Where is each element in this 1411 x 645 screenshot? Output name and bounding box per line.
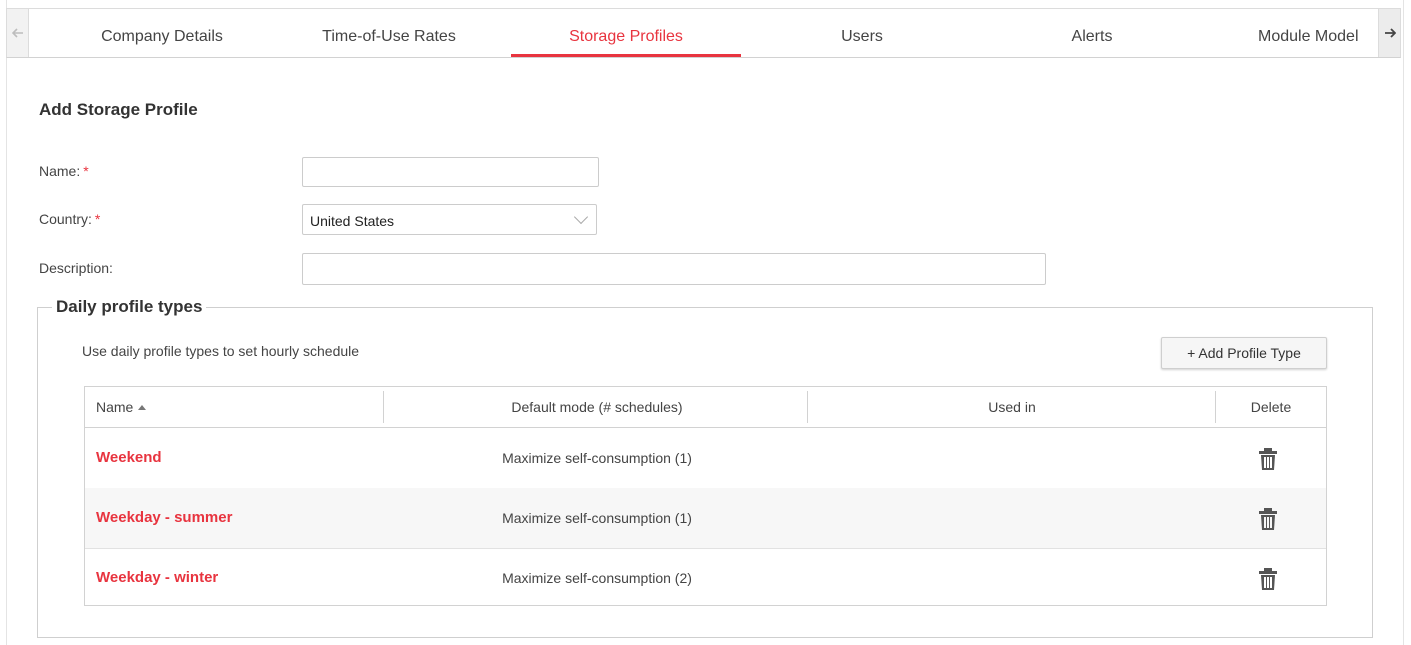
add-profile-type-button[interactable]: + Add Profile Type — [1161, 337, 1327, 369]
table-row[interactable]: Weekday - summer Maximize self-consumpti… — [85, 488, 1326, 549]
profile-name-link[interactable]: Weekday - summer — [96, 509, 232, 526]
description-label: Description: — [39, 260, 113, 276]
profile-default-mode: Maximize self-consumption (1) — [502, 450, 692, 466]
tab-storage-profiles[interactable]: Storage Profiles — [511, 9, 741, 57]
column-header-delete: Delete — [1250, 399, 1292, 415]
tab-company-details[interactable]: Company Details — [67, 9, 257, 57]
description-input[interactable] — [302, 253, 1046, 285]
arrow-right-icon[interactable] — [1378, 9, 1400, 57]
hint-text: Use daily profile types to set hourly sc… — [82, 343, 360, 359]
page-title: Add Storage Profile — [39, 100, 198, 119]
trash-icon[interactable] — [1257, 567, 1279, 591]
group-legend: Daily profile types — [56, 297, 203, 316]
column-divider — [807, 391, 808, 423]
country-label: Country: * — [39, 211, 101, 227]
column-header-default-mode[interactable]: Default mode (# schedules) — [385, 387, 809, 427]
table-header: Name Default mode (# schedules) Used in … — [85, 387, 1326, 428]
column-header-name[interactable]: Name — [96, 387, 376, 427]
required-marker: * — [94, 211, 101, 227]
profile-name-link[interactable]: Weekend — [96, 449, 162, 466]
trash-icon[interactable] — [1257, 507, 1279, 531]
arrow-left-icon[interactable] — [7, 9, 29, 57]
sort-ascending-icon — [138, 405, 147, 410]
required-marker: * — [83, 163, 89, 179]
name-input[interactable] — [302, 157, 599, 187]
profile-default-mode: Maximize self-consumption (1) — [502, 510, 692, 526]
table-row[interactable]: Weekend Maximize self-consumption (1) — [85, 428, 1326, 489]
column-divider — [383, 391, 384, 423]
trash-icon[interactable] — [1257, 447, 1279, 471]
chevron-down-icon — [573, 209, 589, 225]
tab-alerts[interactable]: Alerts — [1007, 9, 1177, 57]
country-select[interactable]: United States — [302, 204, 597, 235]
country-selected-value: United States — [310, 213, 395, 229]
tab-time-of-use-rates[interactable]: Time-of-Use Rates — [289, 9, 489, 57]
tab-module-model[interactable]: Module Model — [1241, 9, 1377, 57]
table-row[interactable]: Weekday - winter Maximize self-consumpti… — [85, 548, 1326, 608]
tab-bar: Company Details Time-of-Use Rates Storag… — [6, 8, 1401, 58]
profile-default-mode: Maximize self-consumption (2) — [502, 570, 692, 586]
active-tab-indicator — [511, 54, 741, 57]
name-label: Name: * — [39, 163, 89, 179]
tab-users[interactable]: Users — [777, 9, 947, 57]
profile-types-table: Name Default mode (# schedules) Used in … — [84, 386, 1327, 606]
profile-name-link[interactable]: Weekday - winter — [96, 569, 218, 586]
column-header-used-in[interactable]: Used in — [809, 387, 1215, 427]
